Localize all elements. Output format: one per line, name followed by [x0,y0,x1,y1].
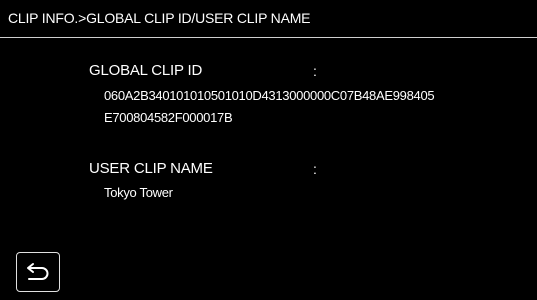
title-bar: CLIP INFO.>GLOBAL CLIP ID/USER CLIP NAME [0,0,537,38]
global-clip-id-colon: : [313,63,317,79]
global-clip-id-label: GLOBAL CLIP ID [89,62,203,79]
return-arrow-icon [25,261,51,283]
user-clip-name-colon: : [313,161,317,177]
global-clip-id-value-line-1: 060A2B340101010501010D4313000000C07B48AE… [104,88,435,103]
back-button[interactable] [16,252,60,292]
global-clip-id-value-line-2: E700804582F000017B [104,110,233,125]
page-title: CLIP INFO.>GLOBAL CLIP ID/USER CLIP NAME [8,10,311,26]
user-clip-name-value: Tokyo Tower [104,185,173,200]
user-clip-name-label: USER CLIP NAME [89,160,213,177]
